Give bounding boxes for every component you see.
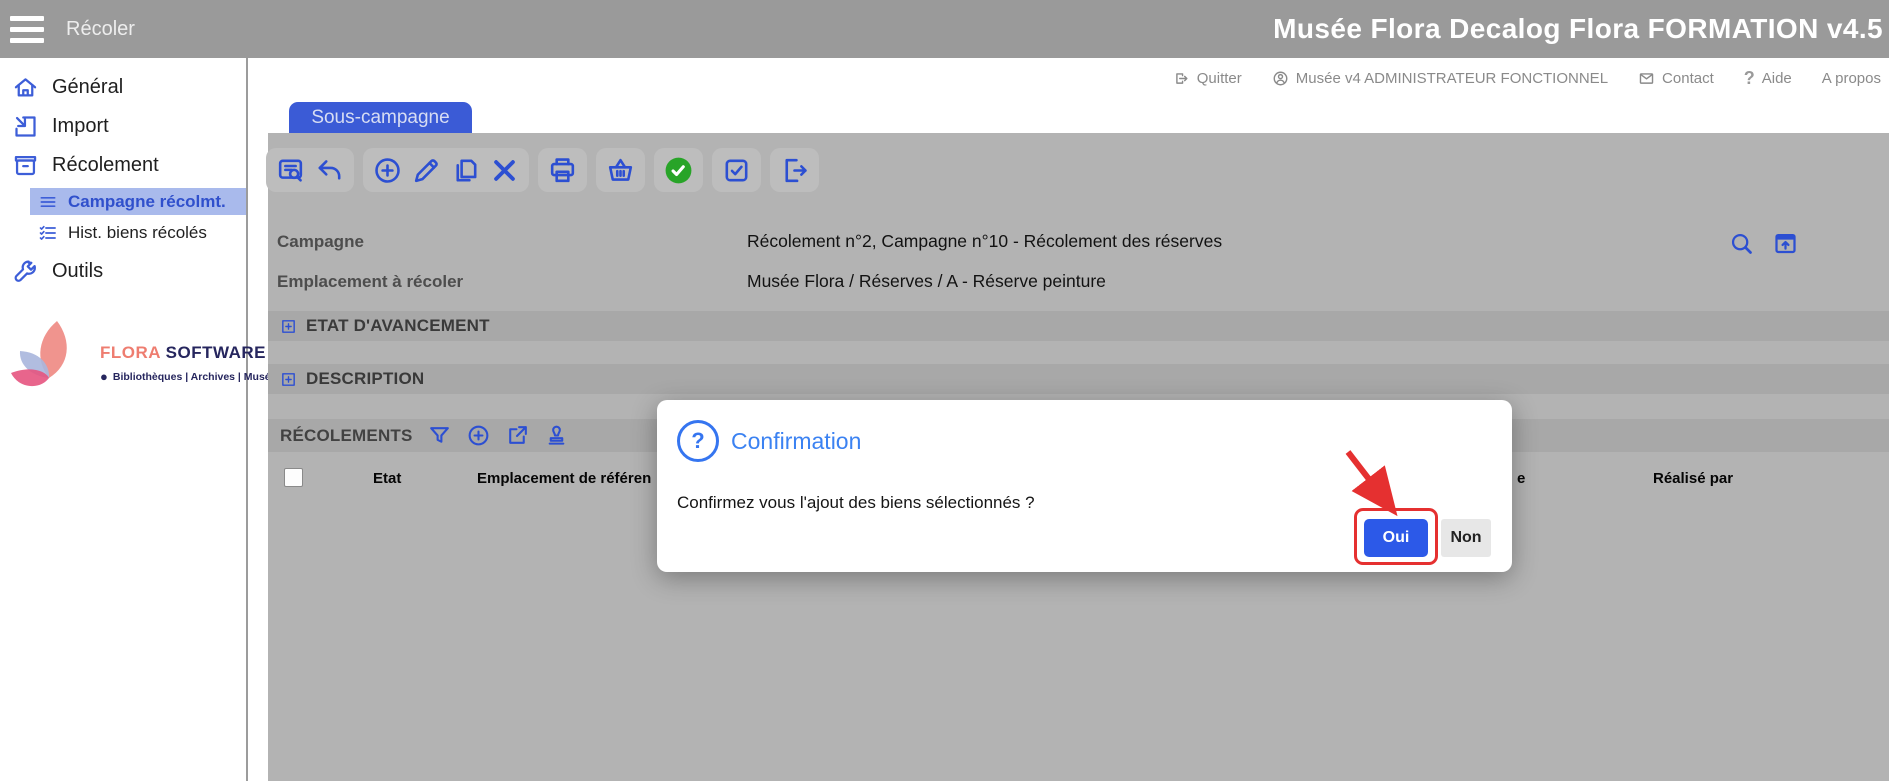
column-header-realise-par: Réalisé par [1653,470,1733,487]
validate-check-icon [663,155,694,186]
emplacement-value: Musée Flora / Réserves / A - Réserve pei… [747,271,1106,292]
user-circle-icon [1272,70,1289,87]
checklist-icon [38,223,58,243]
import-icon [12,113,39,140]
toolbar-group-export [770,148,819,192]
campagne-value: Récolement n°2, Campagne n°10 - Récoleme… [747,231,1222,252]
archive-box-icon [12,152,39,179]
undo-icon [314,155,345,186]
add-button[interactable] [372,155,403,186]
envelope-icon [1638,70,1655,87]
stamp-icon[interactable] [544,423,569,448]
flora-software-logo: FLORA SOFTWARE ● Bibliothèques | Archive… [0,315,246,411]
search-icon[interactable] [1728,230,1755,257]
edit-pencil-icon [411,155,442,186]
recolements-title: RÉCOLEMENTS [280,426,413,446]
confirmation-dialog: ? Confirmation Confirmez vous l'ajout de… [657,400,1512,572]
toolbar-group-validate [654,148,703,192]
export-button[interactable] [779,155,810,186]
toolbar-group-checkbox [712,148,761,192]
app-title: Musée Flora Decalog Flora FORMATION v4.5 [1273,13,1883,45]
expand-plus-icon [280,371,297,388]
toolbar-group-basket [596,148,645,192]
menu-lines-icon [38,192,58,212]
logout-icon [1173,70,1190,87]
sidebar-divider [246,58,248,781]
sidebar-item-campagne-recolmt[interactable]: Campagne récolmt. [30,188,246,215]
campagne-label: Campagne [277,232,364,252]
home-icon [12,74,39,101]
sidebar-item-outils[interactable]: Outils [0,252,246,291]
list-search-button[interactable] [275,155,306,186]
column-header-etat: Etat [373,470,401,487]
validate-button[interactable] [663,155,694,186]
non-button[interactable]: Non [1441,519,1491,557]
toolbar-group-print [538,148,587,192]
question-circle-icon: ? [677,420,719,462]
user-account-link[interactable]: Musée v4 ADMINISTRATEUR FONCTIONNEL [1272,70,1608,87]
aide-link[interactable]: ? Aide [1744,68,1792,89]
select-button[interactable] [721,155,752,186]
copy-icon [450,155,481,186]
undo-button[interactable] [314,155,345,186]
add-circle-icon[interactable] [466,423,491,448]
export-icon [779,155,810,186]
section-etat-avancement[interactable]: ETAT D'AVANCEMENT [268,311,1889,341]
wrench-icon [12,258,39,285]
basket-button[interactable] [605,155,636,186]
dialog-message: Confirmez vous l'ajout des biens sélecti… [677,493,1035,513]
hamburger-menu-icon[interactable] [10,16,44,43]
app-window: Récoler Musée Flora Decalog Flora FORMAT… [0,0,1889,781]
open-window-icon[interactable] [1772,230,1799,257]
toolbar-group-edit [363,148,529,192]
expand-plus-icon [280,318,297,335]
column-header-emplacement: Emplacement de référen [477,470,651,487]
field-actions [1728,230,1799,257]
toolbar-group-search [266,148,354,192]
delete-x-icon [489,155,520,186]
column-header-fragment: e [1517,470,1525,487]
dialog-title: Confirmation [731,428,861,455]
top-bar: Récoler Musée Flora Decalog Flora FORMAT… [0,0,1889,58]
print-icon [547,155,578,186]
list-search-icon [275,155,306,186]
question-icon: ? [1744,68,1755,89]
toolbar [266,148,819,192]
edit-button[interactable] [411,155,442,186]
sidebar-item-import[interactable]: Import [0,107,246,146]
copy-button[interactable] [450,155,481,186]
checkbox-check-icon [721,155,752,186]
module-title: Récoler [66,18,135,41]
flora-petals-icon [2,315,98,411]
contact-link[interactable]: Contact [1638,70,1714,87]
brand-tagline: ● Bibliothèques | Archives | Musées [100,370,282,383]
open-external-icon[interactable] [505,423,530,448]
brand-name: FLORA SOFTWARE [100,343,282,363]
emplacement-label: Emplacement à récoler [277,272,463,292]
quitter-link[interactable]: Quitter [1173,70,1242,87]
section-description[interactable]: DESCRIPTION [268,364,1889,394]
basket-icon [605,155,636,186]
print-button[interactable] [547,155,578,186]
oui-button[interactable]: Oui [1364,519,1428,557]
sidebar-item-recolement[interactable]: Récolement [0,146,246,185]
add-circle-icon [372,155,403,186]
tab-sous-campagne[interactable]: Sous-campagne [289,102,472,133]
delete-button[interactable] [489,155,520,186]
sidebar-item-hist-biens-recoles[interactable]: Hist. biens récolés [30,219,246,246]
apropos-link[interactable]: A propos [1822,70,1881,87]
utility-bar: Quitter Musée v4 ADMINISTRATEUR FONCTION… [0,58,1889,99]
select-all-checkbox[interactable] [284,468,303,487]
filter-icon[interactable] [427,423,452,448]
sidebar: Général Import Récolement Campagne récol… [0,58,246,781]
sidebar-item-general[interactable]: Général [0,68,246,107]
